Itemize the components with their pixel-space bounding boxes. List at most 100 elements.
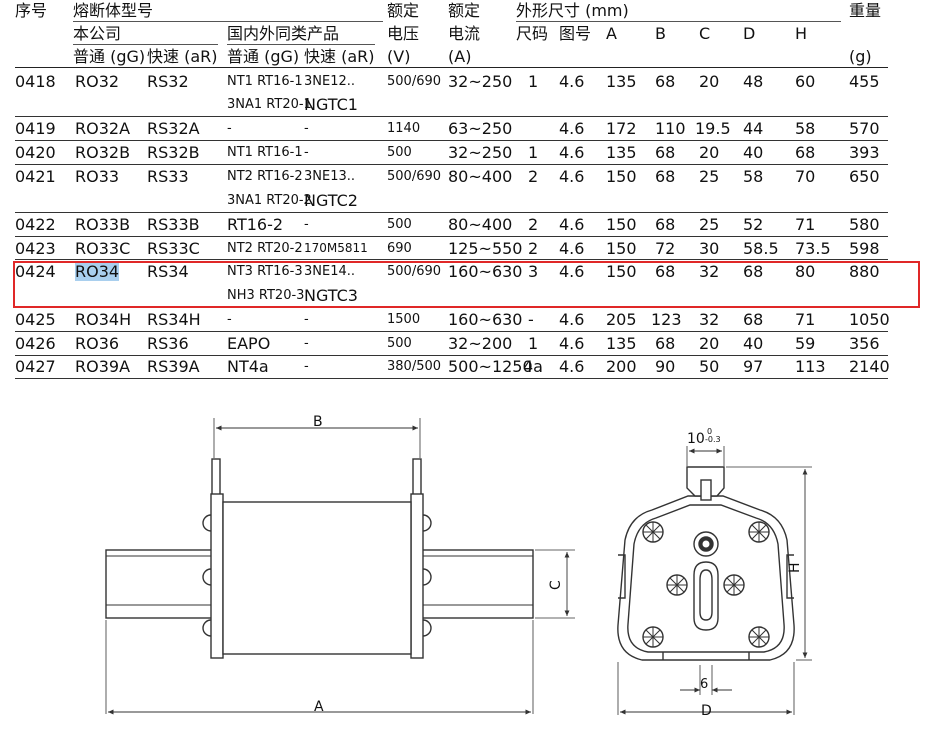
dim-label-h: H — [787, 562, 803, 573]
cell-d: 44 — [743, 119, 764, 138]
cell-gg: RO39A — [75, 357, 131, 376]
cell-domestic-gg: NT4a — [227, 357, 269, 376]
header-voltage-unit: (V) — [387, 47, 411, 66]
cell-domestic-gg-2: 3NA1 RT20-2 — [227, 193, 312, 208]
cell-id: 0418 — [15, 72, 56, 91]
cell-id: 0421 — [15, 167, 56, 186]
header-weight-unit: (g) — [849, 47, 872, 66]
header-rated-voltage-2: 电压 — [387, 24, 420, 43]
cell-a: 135 — [606, 72, 637, 91]
cell-id: 0419 — [15, 119, 56, 138]
cell-d: 58 — [743, 167, 764, 186]
row-rule — [15, 236, 888, 237]
cell-fig: 4.6 — [559, 119, 585, 138]
header-rated-voltage-1: 额定 — [387, 1, 420, 20]
cell-gg: RO33 — [75, 167, 120, 186]
cell-b: 68 — [655, 215, 676, 234]
cell-weight: 598 — [849, 239, 880, 258]
cell-domestic-ar-2: NGTC1 — [304, 95, 358, 114]
cell-a: 150 — [606, 167, 637, 186]
dim-label-6: 6 — [700, 677, 708, 692]
cell-h: 70 — [795, 167, 816, 186]
cell-gg: RO33C — [75, 239, 131, 258]
cell-c: 30 — [699, 239, 720, 258]
header-company: 本公司 — [73, 24, 122, 43]
dim-label-c: C — [548, 580, 564, 590]
header-current-unit: (A) — [448, 47, 472, 66]
cell-gg: RO32A — [75, 119, 131, 138]
cell-a: 205 — [606, 310, 637, 329]
header-fast-ar-1: 快速 (aR) — [147, 47, 218, 66]
row-highlight-box — [13, 261, 920, 308]
cell-ar: RS39A — [147, 357, 200, 376]
header-domestic: 国内外同类产品 — [227, 24, 340, 43]
header-rule — [73, 21, 383, 22]
dim-label-10: 10 — [687, 431, 705, 447]
cell-fig: 4.6 — [559, 334, 585, 353]
cell-fig: 4.6 — [559, 310, 585, 329]
cell-voltage: 1500 — [387, 312, 421, 327]
cell-current: 160~630 — [448, 310, 523, 329]
cell-h: 71 — [795, 310, 816, 329]
cell-domestic-gg: RT16-2 — [227, 215, 284, 234]
cell-ar: RS36 — [147, 334, 189, 353]
cell-ar: RS33B — [147, 215, 200, 234]
cell-current: 80~400 — [448, 215, 513, 234]
header-rule — [227, 44, 375, 45]
cell-ar: RS33C — [147, 239, 200, 258]
cell-c: 50 — [699, 357, 720, 376]
cell-ar: RS34H — [147, 310, 201, 329]
cell-domestic-ar: - — [304, 121, 309, 136]
cell-ar: RS32A — [147, 119, 200, 138]
side-view-drawing — [105, 418, 575, 715]
cell-id: 0425 — [15, 310, 56, 329]
row-rule — [15, 116, 888, 117]
cell-c: 20 — [699, 334, 720, 353]
header-rated-current-2: 电流 — [448, 24, 481, 43]
cell-voltage: 500/690 — [387, 169, 442, 184]
cell-id: 0426 — [15, 334, 56, 353]
header-dim-d: D — [743, 24, 756, 43]
cell-current: 500~1250 — [448, 357, 533, 376]
cell-voltage: 380/500 — [387, 359, 442, 374]
header-rule — [73, 44, 218, 45]
cell-domestic-ar: 170M5811 — [304, 241, 368, 255]
cell-b: 110 — [655, 119, 686, 138]
cell-weight: 650 — [849, 167, 880, 186]
cell-fig: 4.6 — [559, 143, 585, 162]
cell-ar: RS33 — [147, 167, 189, 186]
header-dim-b: B — [655, 24, 666, 43]
cell-weight: 455 — [849, 72, 880, 91]
cell-current: 125~550 — [448, 239, 523, 258]
cell-domestic-gg: NT1 RT16-1 — [227, 145, 303, 160]
cell-b: 68 — [655, 72, 676, 91]
cell-domestic-ar: - — [304, 217, 309, 232]
header-model-group: 熔断体型号 — [73, 1, 154, 20]
header-rated-current-1: 额定 — [448, 1, 481, 20]
header-bottom-rule — [15, 67, 888, 68]
cell-c: 20 — [699, 72, 720, 91]
cell-b: 68 — [655, 334, 676, 353]
header-dim-c: C — [699, 24, 711, 43]
cell-size: 2 — [528, 215, 539, 234]
row-rule — [15, 140, 888, 141]
cell-h: 71 — [795, 215, 816, 234]
dim-label-a: A — [314, 699, 324, 715]
cell-domestic-gg: - — [227, 312, 232, 327]
header-seq: 序号 — [15, 1, 48, 20]
header-weight: 重量 — [849, 1, 882, 20]
cell-current: 32~200 — [448, 334, 513, 353]
cell-c: 20 — [699, 143, 720, 162]
cell-domestic-gg-2: 3NA1 RT20-1 — [227, 97, 312, 112]
cell-current: 32~250 — [448, 143, 513, 162]
row-rule — [15, 164, 888, 165]
cell-b: 68 — [655, 143, 676, 162]
cell-fig: 4.6 — [559, 357, 585, 376]
cell-domestic-gg: NT2 RT20-2 — [227, 241, 303, 256]
cell-gg: RO36 — [75, 334, 120, 353]
cell-fig: 4.6 — [559, 239, 585, 258]
cell-domestic-ar: - — [304, 312, 309, 327]
row-rule — [15, 331, 888, 332]
cell-h: 113 — [795, 357, 826, 376]
cell-id: 0423 — [15, 239, 56, 258]
